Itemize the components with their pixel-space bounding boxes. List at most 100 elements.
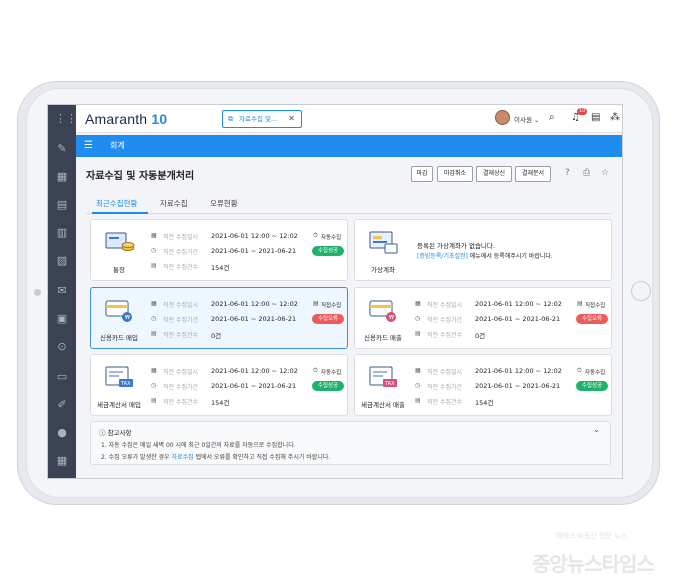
row-label: 직전 수집일시 [163,234,199,241]
svg-text:TAX: TAX [384,381,395,387]
active-tab-indicator [92,212,148,214]
calendar-small-icon: ▦ [151,232,157,239]
collected-datetime: 2021-06-01 12:00 ~ 12:02 [475,367,562,375]
logo-text: Amaranth [85,111,148,127]
home-button[interactable] [631,281,651,301]
monitor-icon[interactable]: ▭ [55,371,69,383]
passbook-icon [105,232,135,251]
memo-icon[interactable]: ▤ [591,112,600,123]
app-logo[interactable]: Amaranth 10 [85,111,167,127]
document-icon: ▤ [415,397,421,404]
image-icon[interactable]: ▨ [55,255,69,267]
stage: ⋮⋮ ✎ ▦ ▤ ▥ ▨ ✉ ▣ ⊙ ▭ ✐ ● ▦ Amaranth 10 ⧉… [0,0,680,583]
tab-error-status[interactable]: 오류현황 [210,198,238,209]
tab-divider [86,213,612,214]
card-tax-invoice-sales[interactable]: TAX 세금계산서 매출 ▦ 직전 수집일시 2021-06-01 12:00 … [354,354,612,416]
mail-icon[interactable]: ✉ [55,285,69,297]
submit-approval-button[interactable]: 결재상신 [476,166,512,182]
card-passbook[interactable]: 통장 ▦ 직전 수집일시 2021-06-01 12:00 ~ 12:02 ◷ … [90,219,348,281]
app-screen: ⋮⋮ ✎ ▦ ▤ ▥ ▨ ✉ ▣ ⊙ ▭ ✐ ● ▦ Amaranth 10 ⧉… [47,104,623,479]
clipboard-icon[interactable]: ▥ [55,227,69,239]
watermark-subtitle: 재테크·부동산 전문 뉴스 [556,532,628,540]
row-label: 직전 수집기간 [427,384,463,391]
top-bar: Amaranth 10 ⧉ 자료수집 및... ✕ 이사원 ⌄ ⌕ ♫ 10 ▤… [76,105,622,133]
document-icon: ▤ [151,330,157,337]
notes-panel: ⓘ 참고사항 ⌄ 1. 자동 수집은 매일 새벽 00 시에 최근 0일간의 자… [90,421,611,465]
card-virtual-account[interactable]: 가상계좌 등록된 가상계좌가 없습니다. [증빙등록/기초설정] 메뉴에서 등록… [354,219,612,281]
auto-collect-icon: ⏱ [313,232,318,239]
status-badge: 수집성공 [312,381,344,391]
org-chart-icon[interactable]: ⁂ [610,112,620,123]
collect-mode: 자동수집 [321,370,342,376]
status-badge: 수집오류 [312,314,344,324]
status-badge: 수집성공 [576,381,608,391]
card-credit-sales[interactable]: ₩ 신용카드 매출 ▦ 직전 수집일시 2021-06-01 12:00 ~ 1… [354,287,612,349]
tab-data-collection[interactable]: 자료수집 [160,198,188,209]
user-icon[interactable]: ● [55,427,69,439]
row-label: 직전 수집일시 [163,302,199,309]
clock-icon: ◷ [151,315,157,322]
tab-recent-status[interactable]: 최근수집현황 [96,198,137,209]
collected-period: 2021-06-01 ~ 2021-06-21 [211,382,297,390]
collected-datetime: 2021-06-01 12:00 ~ 12:02 [211,300,298,308]
sidebar: ⋮⋮ ✎ ▦ ▤ ▥ ▨ ✉ ▣ ⊙ ▭ ✐ ● ▦ [48,105,77,478]
row-label: 직전 수집기간 [427,317,463,324]
calendar-icon[interactable]: ▦ [55,171,69,183]
print-icon[interactable]: ⎙ [583,168,590,178]
collected-count: 154건 [211,264,230,272]
calendar-small-icon: ▦ [415,300,421,307]
apps-grid-icon[interactable]: ⋮⋮ [55,113,77,125]
hamburger-menu-icon[interactable]: ☰ [84,140,93,151]
card-credit-purchase[interactable]: ₩ 신용카드 매입 ▦ 직전 수집일시 2021-06-01 12:00 ~ 1… [90,287,348,349]
auto-collect-icon: ⏱ [577,367,582,374]
row-label: 직전 수집건수 [163,399,199,406]
close-period-button[interactable]: 마감 [411,166,433,182]
collected-datetime: 2021-06-01 12:00 ~ 12:02 [211,232,298,240]
row-label: 직전 수집건수 [427,332,463,339]
manual-collect-icon: ▤ [577,300,583,307]
data-collection-link[interactable]: 자료수집 [171,454,193,461]
card-name: 세금계산서 매출 [361,401,405,409]
approval-docs-button[interactable]: 결재문서 [515,166,551,182]
credit-card-sales-icon: ₩ [369,300,396,322]
chevron-down-icon[interactable]: ⌄ [593,425,600,434]
row-label: 직전 수집일시 [427,369,463,376]
empty-message: 등록된 가상계좌가 없습니다. [417,242,495,250]
collected-period: 2021-06-01 ~ 2021-06-21 [475,382,561,390]
calculator-icon[interactable]: ▦ [55,455,69,467]
notes-line: 2. 수집 오류가 발생한 경우 자료수집 탭에서 오류를 확인하고 직접 수집… [101,454,331,461]
calendar-small-icon: ▦ [151,367,157,374]
id-card-icon[interactable]: ▣ [55,313,69,325]
calendar-small-icon: ▦ [151,300,157,307]
manual-collect-icon: ▤ [313,300,319,307]
watermark-logo: 중앙뉴스타임스 [532,552,655,576]
svg-text:₩: ₩ [389,315,394,321]
row-label: 직전 수집일시 [163,369,199,376]
row-label: 직전 수집건수 [427,399,463,406]
schedule-icon[interactable]: ▤ [55,199,69,211]
open-tab[interactable]: ⧉ 자료수집 및... ✕ [222,110,302,128]
search-icon[interactable]: ⌕ [549,112,555,123]
status-badge: 수집성공 [312,246,344,256]
row-label: 직전 수집기간 [163,317,199,324]
collect-mode: 직접수집 [585,303,606,309]
star-icon[interactable]: ☆ [601,168,609,178]
avatar[interactable] [495,110,510,125]
edit-doc-icon[interactable]: ✐ [55,399,69,411]
close-icon[interactable]: ✕ [288,111,295,127]
status-badge: 수집오류 [576,314,608,324]
settings-link[interactable]: [증빙등록/기초설정] [417,253,468,260]
settings-list-icon[interactable]: ⊙ [55,341,69,353]
help-icon[interactable]: ? [565,168,570,178]
cancel-close-button[interactable]: 마감취소 [437,166,473,182]
collected-count: 0건 [211,332,222,340]
collected-period: 2021-06-01 ~ 2021-06-21 [475,315,561,323]
credit-card-purchase-icon: ₩ [105,300,132,322]
card-tax-invoice-purchase[interactable]: TAX 세금계산서 매입 ▦ 직전 수집일시 2021-06-01 12:00 … [90,354,348,416]
document-icon: ▤ [151,397,157,404]
pen-icon[interactable]: ✎ [55,143,69,155]
user-name[interactable]: 이사원 ⌄ [514,114,539,124]
svg-text:TAX: TAX [120,381,131,387]
module-label: 회계 [110,141,125,150]
collect-mode: 자동수집 [321,235,342,241]
